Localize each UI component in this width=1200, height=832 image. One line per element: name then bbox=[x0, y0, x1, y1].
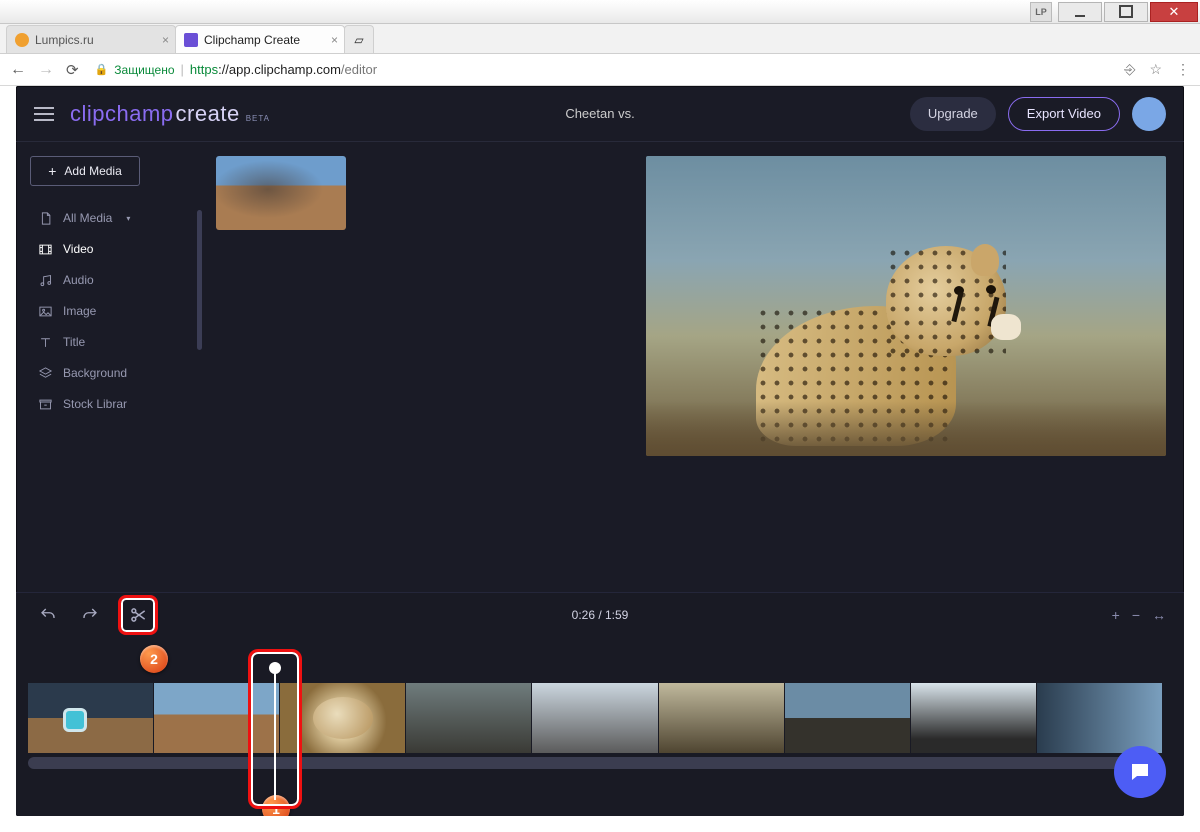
timeline-clip[interactable] bbox=[154, 683, 279, 753]
timeline-clip[interactable] bbox=[911, 683, 1036, 753]
zoom-out-button[interactable]: − bbox=[1132, 607, 1140, 623]
app-header: clipchampcreate BETA Cheetan vs. Upgrade… bbox=[16, 86, 1184, 142]
new-tab-button[interactable]: ▱ bbox=[344, 25, 374, 53]
lumpics-favicon-icon bbox=[15, 33, 29, 47]
timecode-display: 0:26 / 1:59 bbox=[572, 608, 629, 622]
chrome-menu-icon[interactable]: ⋮ bbox=[1176, 61, 1190, 78]
tab-close-icon[interactable]: × bbox=[162, 33, 169, 47]
timeline-clip[interactable] bbox=[28, 683, 153, 753]
sidebar-item-all-media[interactable]: All Media ▾ bbox=[30, 204, 196, 232]
translate-icon[interactable]: ⎆ bbox=[1124, 61, 1135, 78]
lock-icon: 🔒 bbox=[95, 63, 109, 76]
sidebar-item-label: Title bbox=[63, 335, 85, 349]
tab-close-icon[interactable]: × bbox=[331, 33, 338, 47]
url-scheme: https bbox=[190, 62, 218, 77]
timeline-toolbar: 0:26 / 1:59 + − ↔ bbox=[16, 593, 1184, 637]
window-maximize-button[interactable] bbox=[1104, 2, 1148, 22]
timeline-track[interactable] bbox=[28, 683, 1162, 753]
sidebar-item-background[interactable]: Background bbox=[30, 359, 196, 387]
window-minimize-button[interactable] bbox=[1058, 2, 1102, 22]
sidebar-item-label: Video bbox=[63, 242, 93, 256]
redo-button[interactable] bbox=[76, 601, 104, 629]
timeline-panel: 0:26 / 1:59 + − ↔ bbox=[16, 592, 1184, 816]
sidebar-item-label: Background bbox=[63, 366, 127, 380]
intercom-chat-button[interactable] bbox=[1114, 746, 1166, 798]
timeline-clip[interactable] bbox=[785, 683, 910, 753]
sidebar-item-label: Audio bbox=[63, 273, 94, 287]
plus-icon: + bbox=[48, 163, 56, 179]
timeline-clip[interactable] bbox=[659, 683, 784, 753]
upgrade-button[interactable]: Upgrade bbox=[910, 97, 996, 131]
bookmark-star-icon[interactable]: ☆ bbox=[1149, 61, 1162, 78]
timeline-clip[interactable] bbox=[406, 683, 531, 753]
address-bar[interactable]: 🔒 Защищено | https://app.clipchamp.com/e… bbox=[91, 54, 1113, 85]
brand-part2: create bbox=[176, 101, 240, 127]
clipchamp-favicon-icon bbox=[184, 33, 198, 47]
tab-label: Clipchamp Create bbox=[204, 33, 300, 47]
reload-button[interactable]: ⟳ bbox=[66, 61, 79, 79]
sidebar-scrollbar[interactable] bbox=[197, 210, 202, 350]
project-title[interactable]: Cheetan vs. bbox=[565, 106, 634, 121]
video-preview[interactable] bbox=[646, 156, 1166, 456]
tab-label: Lumpics.ru bbox=[35, 33, 94, 47]
window-titlebar: LP bbox=[0, 0, 1200, 24]
playhead-handle[interactable] bbox=[269, 662, 281, 674]
annotation-badge-2: 2 bbox=[140, 645, 168, 673]
chevron-down-icon: ▾ bbox=[126, 214, 130, 223]
forward-button[interactable]: → bbox=[38, 61, 54, 79]
add-media-label: Add Media bbox=[64, 164, 121, 178]
secure-label: Защищено bbox=[114, 63, 174, 77]
sidebar-item-label: All Media bbox=[63, 211, 112, 225]
lp-badge: LP bbox=[1030, 2, 1052, 22]
window-close-button[interactable] bbox=[1150, 2, 1198, 22]
browser-toolbar: ← → ⟳ 🔒 Защищено | https://app.clipchamp… bbox=[0, 54, 1200, 86]
media-sidebar: + Add Media All Media ▾ Video bbox=[16, 142, 196, 592]
zoom-fit-button[interactable]: ↔ bbox=[1152, 607, 1166, 623]
menu-button[interactable] bbox=[34, 107, 54, 121]
timeline-clip[interactable] bbox=[1037, 683, 1162, 753]
sidebar-item-label: Stock Librar bbox=[63, 397, 127, 411]
split-clip-button[interactable] bbox=[118, 595, 158, 635]
export-video-button[interactable]: Export Video bbox=[1008, 97, 1120, 131]
media-bin[interactable] bbox=[216, 156, 644, 592]
sidebar-item-label: Image bbox=[63, 304, 96, 318]
media-thumbnail[interactable] bbox=[216, 156, 346, 230]
zoom-in-button[interactable]: + bbox=[1112, 607, 1120, 623]
film-icon bbox=[38, 242, 53, 257]
url-path: /editor bbox=[341, 62, 377, 77]
add-media-button[interactable]: + Add Media bbox=[30, 156, 140, 186]
browser-tabstrip: Lumpics.ru × Clipchamp Create × ▱ bbox=[0, 24, 1200, 54]
sidebar-item-title[interactable]: Title bbox=[30, 328, 196, 356]
brand-part1: clipchamp bbox=[70, 101, 174, 127]
timeline-scrollbar[interactable] bbox=[28, 757, 1162, 769]
beta-badge: BETA bbox=[246, 114, 270, 123]
undo-button[interactable] bbox=[34, 601, 62, 629]
layers-icon bbox=[38, 366, 53, 381]
sidebar-item-stock-library[interactable]: Stock Librar bbox=[30, 390, 196, 418]
image-icon bbox=[38, 304, 53, 319]
sidebar-item-video[interactable]: Video bbox=[30, 235, 196, 263]
back-button[interactable]: ← bbox=[10, 61, 26, 79]
clipchamp-app: clipchampcreate BETA Cheetan vs. Upgrade… bbox=[16, 86, 1184, 816]
music-icon bbox=[38, 273, 53, 288]
annotation-badge-1: 1 bbox=[262, 795, 290, 816]
type-icon bbox=[38, 335, 53, 350]
user-avatar[interactable] bbox=[1132, 97, 1166, 131]
sidebar-item-audio[interactable]: Audio bbox=[30, 266, 196, 294]
url-host: ://app.clipchamp.com bbox=[218, 62, 341, 77]
file-icon bbox=[38, 211, 53, 226]
tab-lumpics[interactable]: Lumpics.ru × bbox=[6, 25, 176, 53]
tab-clipchamp[interactable]: Clipchamp Create × bbox=[175, 25, 345, 53]
timeline-clip[interactable] bbox=[280, 683, 405, 753]
brand-logo: clipchampcreate BETA bbox=[70, 101, 270, 127]
archive-icon bbox=[38, 397, 53, 412]
timeline-clip[interactable] bbox=[532, 683, 657, 753]
sidebar-item-image[interactable]: Image bbox=[30, 297, 196, 325]
